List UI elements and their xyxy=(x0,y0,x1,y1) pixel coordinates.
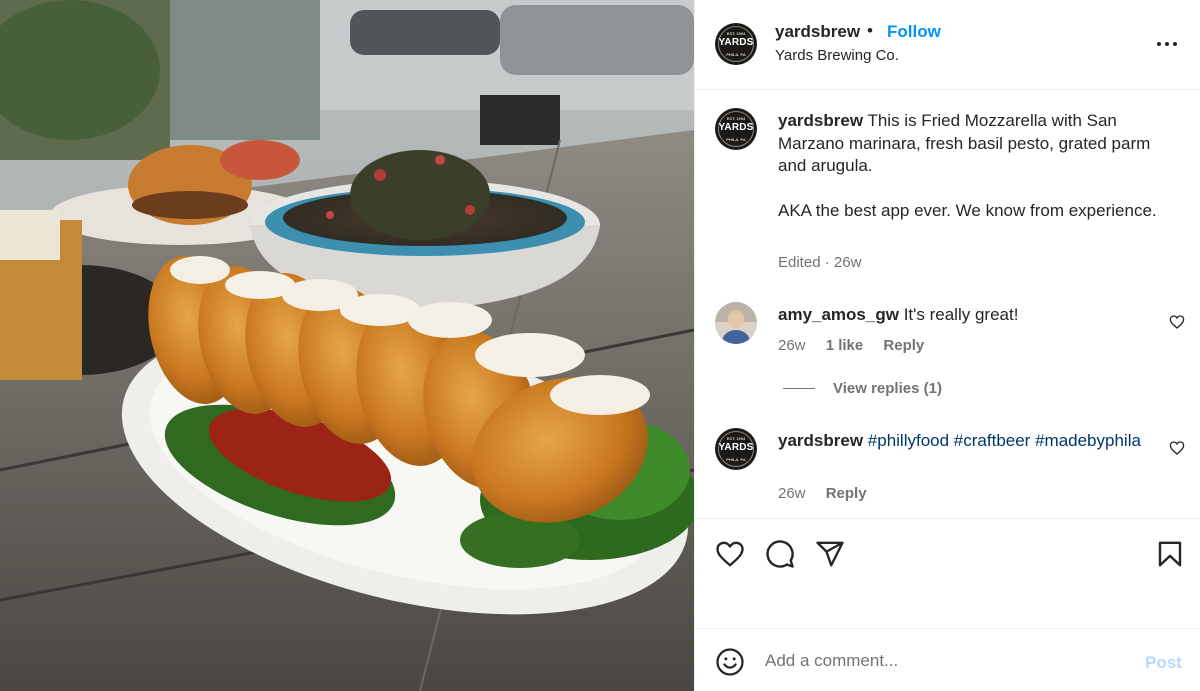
meta-dot: · xyxy=(824,254,830,271)
avatar-est-text: EST. 1994 xyxy=(726,436,746,441)
post-button[interactable]: Post xyxy=(1145,653,1182,673)
view-replies-button[interactable]: View replies (1) xyxy=(833,380,942,397)
caption-age[interactable]: 26w xyxy=(834,254,862,271)
action-bar xyxy=(695,518,1200,628)
avatar-city-text: PHILA. PA xyxy=(726,137,746,142)
caption-avatar[interactable]: EST. 1994 YARDS PHILA. PA xyxy=(715,108,757,150)
comment-2-meta: 26w Reply xyxy=(778,485,883,502)
comment-input[interactable] xyxy=(765,643,1125,679)
more-icon[interactable] xyxy=(1155,32,1179,56)
avatar-city-text: PHILA. PA xyxy=(726,52,746,57)
comment-1-body: It's really great! xyxy=(903,305,1019,324)
comment-2-age[interactable]: 26w xyxy=(778,485,806,502)
comment-2-avatar[interactable]: EST. 1994 YARDS PHILA. PA xyxy=(715,428,757,470)
post-dialog: EST. 1994 YARDS PHILA. PA yardsbrew • Fo… xyxy=(0,0,1200,691)
avatar-est-text: EST. 1994 xyxy=(726,31,746,36)
avatar-brand-text: YARDS xyxy=(718,442,754,453)
comment-1-age[interactable]: 26w xyxy=(778,337,806,354)
comment-1-text: amy_amos_gw It's really great! xyxy=(778,303,1148,326)
caption-body-2: AKA the best app ever. We know from expe… xyxy=(778,201,1157,220)
comment-composer: Post xyxy=(695,628,1200,691)
commenter-avatar[interactable] xyxy=(715,302,757,344)
post-header: EST. 1994 YARDS PHILA. PA yardsbrew • Fo… xyxy=(695,0,1200,90)
fried-mozzarella-photo xyxy=(0,0,694,691)
heart-icon[interactable] xyxy=(715,539,745,569)
header-separator: • xyxy=(867,21,873,40)
commenter-photo xyxy=(715,302,757,344)
hashtag-link[interactable]: #phillyfood xyxy=(868,431,949,450)
comment-1-likes[interactable]: 1 like xyxy=(826,337,864,354)
comment-2-author[interactable]: yardsbrew xyxy=(778,431,863,450)
comment-1-like-icon[interactable] xyxy=(1169,314,1185,330)
hashtag-link[interactable]: #madebyphila xyxy=(1035,431,1141,450)
comment-1-meta: 26w 1 like Reply xyxy=(778,337,940,354)
comment-2-like-icon[interactable] xyxy=(1169,440,1185,456)
comment-1-reply-button[interactable]: Reply xyxy=(883,337,924,354)
hashtag-link[interactable]: #craftbeer xyxy=(954,431,1031,450)
comment-1-author[interactable]: amy_amos_gw xyxy=(778,305,899,324)
follow-button[interactable]: Follow xyxy=(887,22,941,42)
avatar-est-text: EST. 1994 xyxy=(726,116,746,121)
post-side-panel: EST. 1994 YARDS PHILA. PA yardsbrew • Fo… xyxy=(694,0,1200,691)
replies-divider xyxy=(783,388,815,389)
avatar-brand-text: YARDS xyxy=(718,122,754,133)
account-avatar[interactable]: EST. 1994 YARDS PHILA. PA xyxy=(715,23,757,65)
header-username[interactable]: yardsbrew xyxy=(775,22,860,42)
avatar-city-text: PHILA. PA xyxy=(726,457,746,462)
smile-icon[interactable] xyxy=(715,647,745,677)
comment-2-text: yardsbrew #phillyfood #craftbeer #madeby… xyxy=(778,429,1148,452)
comment-icon[interactable] xyxy=(765,539,795,569)
comment-2-reply-button[interactable]: Reply xyxy=(826,485,867,502)
header-subtitle[interactable]: Yards Brewing Co. xyxy=(775,47,899,64)
caption-text: yardsbrew This is Fried Mozzarella with … xyxy=(778,110,1158,223)
caption-author[interactable]: yardsbrew xyxy=(778,111,863,130)
send-icon[interactable] xyxy=(815,539,845,569)
edited-label: Edited xyxy=(778,254,821,271)
bookmark-icon[interactable] xyxy=(1155,539,1185,569)
caption-meta: Edited · 26w xyxy=(778,254,861,271)
avatar-brand-text: YARDS xyxy=(718,37,754,48)
post-photo[interactable] xyxy=(0,0,694,691)
